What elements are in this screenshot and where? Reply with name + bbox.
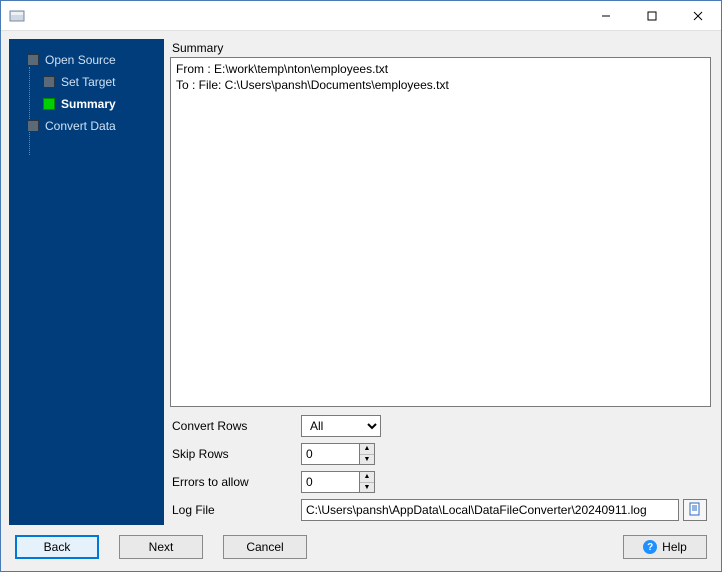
logfile-browse-button[interactable] xyxy=(683,499,707,521)
step-box-icon xyxy=(43,76,55,88)
logfile-label: Log File xyxy=(172,503,297,517)
document-icon xyxy=(688,502,702,519)
cancel-button[interactable]: Cancel xyxy=(223,535,307,559)
maximize-button[interactable] xyxy=(629,1,675,31)
skip-rows-down[interactable]: ▼ xyxy=(360,455,374,465)
step-label: Open Source xyxy=(45,53,116,67)
skip-rows-input[interactable] xyxy=(301,443,359,465)
titlebar xyxy=(1,1,721,31)
wizard-footer: Back Next Cancel ? Help xyxy=(9,525,713,563)
app-window: Open Source Set Target Summary Convert D… xyxy=(0,0,722,572)
options-grid: Convert Rows All Skip Rows ▲ ▼ xyxy=(168,413,713,525)
step-label: Set Target xyxy=(61,75,115,89)
step-label: Summary xyxy=(61,97,116,111)
app-icon xyxy=(9,8,25,24)
logfile-input[interactable] xyxy=(301,499,679,521)
skip-rows-up[interactable]: ▲ xyxy=(360,444,374,455)
help-icon: ? xyxy=(643,540,657,554)
step-box-icon xyxy=(27,120,39,132)
help-button[interactable]: ? Help xyxy=(623,535,707,559)
step-box-icon xyxy=(27,54,39,66)
convert-rows-select[interactable]: All xyxy=(301,415,381,437)
content-panel: Summary From : E:\work\temp\nton\employe… xyxy=(168,39,713,525)
step-convert-data[interactable]: Convert Data xyxy=(9,115,164,137)
errors-input[interactable] xyxy=(301,471,359,493)
step-open-source[interactable]: Open Source xyxy=(9,49,164,71)
step-set-target[interactable]: Set Target xyxy=(9,71,164,93)
wizard-sidebar: Open Source Set Target Summary Convert D… xyxy=(9,39,164,525)
close-button[interactable] xyxy=(675,1,721,31)
summary-text[interactable]: From : E:\work\temp\nton\employees.txt T… xyxy=(170,57,711,407)
errors-down[interactable]: ▼ xyxy=(360,483,374,493)
summary-section-label: Summary xyxy=(168,39,713,57)
minimize-button[interactable] xyxy=(583,1,629,31)
back-button[interactable]: Back xyxy=(15,535,99,559)
errors-label: Errors to allow xyxy=(172,475,297,489)
summary-line: To : File: C:\Users\pansh\Documents\empl… xyxy=(176,78,449,92)
client-area: Open Source Set Target Summary Convert D… xyxy=(1,31,721,571)
skip-rows-label: Skip Rows xyxy=(172,447,297,461)
step-box-icon xyxy=(43,98,55,110)
summary-line: From : E:\work\temp\nton\employees.txt xyxy=(176,62,388,76)
convert-rows-label: Convert Rows xyxy=(172,419,297,433)
errors-up[interactable]: ▲ xyxy=(360,472,374,483)
next-button[interactable]: Next xyxy=(119,535,203,559)
step-summary[interactable]: Summary xyxy=(9,93,164,115)
step-label: Convert Data xyxy=(45,119,116,133)
